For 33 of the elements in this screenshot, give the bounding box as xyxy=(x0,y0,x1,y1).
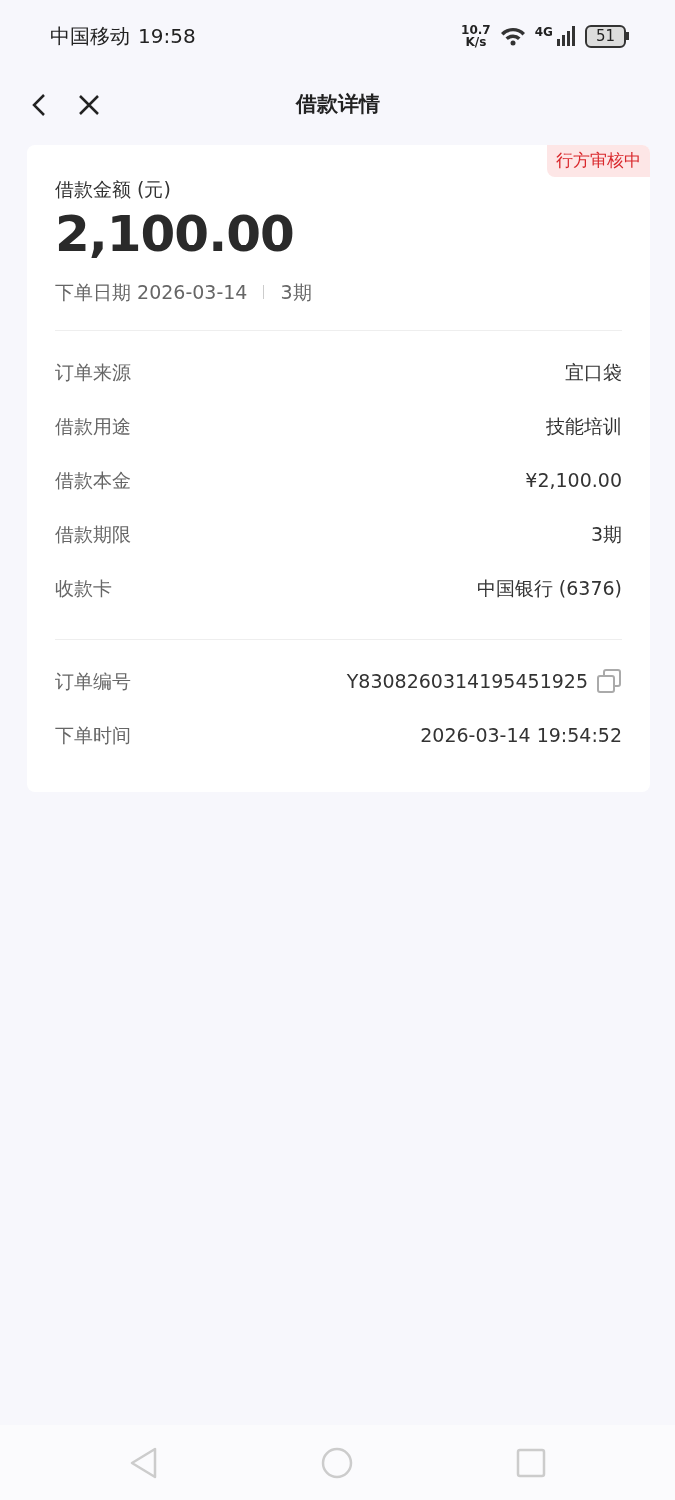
field-label: 订单来源 xyxy=(55,359,131,385)
speed-unit: K/s xyxy=(464,36,488,48)
network-speed: 10.7 xyxy=(461,24,491,36)
network-type: 4G xyxy=(534,26,553,38)
amount-label: 借款金额 (元) xyxy=(55,177,172,202)
field-value: Y8308260314195451925 xyxy=(346,668,588,694)
carrier-name: 中国移动 xyxy=(50,23,130,50)
field-label: 借款期限 xyxy=(55,521,131,547)
close-icon[interactable] xyxy=(78,93,100,116)
page-title: 借款详情 xyxy=(295,90,380,118)
field-value: 宜口袋 xyxy=(565,359,622,385)
home-nav-icon[interactable] xyxy=(320,1446,353,1479)
field-label: 借款用途 xyxy=(55,413,131,439)
order-date: 下单日期 2026-03-14 xyxy=(55,279,248,305)
copy-icon[interactable] xyxy=(596,668,622,694)
field-value: 中国银行 (6376) xyxy=(476,575,622,601)
back-nav-icon[interactable] xyxy=(129,1446,158,1479)
loan-term: 3期 xyxy=(280,279,312,305)
field-label: 下单时间 xyxy=(55,722,131,748)
recents-nav-icon[interactable] xyxy=(515,1447,546,1478)
field-value: 3期 xyxy=(590,521,622,547)
back-icon[interactable] xyxy=(32,92,46,117)
clock-time: 19:58 xyxy=(138,23,196,50)
field-value: 技能培训 xyxy=(546,413,622,439)
field-label: 收款卡 xyxy=(55,575,112,601)
loan-amount: 2,100.00 xyxy=(55,203,295,264)
field-label: 借款本金 xyxy=(55,467,131,493)
status-tag: 行方审核中 xyxy=(547,145,650,177)
battery-level: 51 xyxy=(584,24,626,48)
field-label: 订单编号 xyxy=(55,668,131,694)
signal-icon xyxy=(556,26,577,46)
field-value: 2026-03-14 19:54:52 xyxy=(420,722,622,748)
field-value: ¥2,100.00 xyxy=(525,467,622,493)
